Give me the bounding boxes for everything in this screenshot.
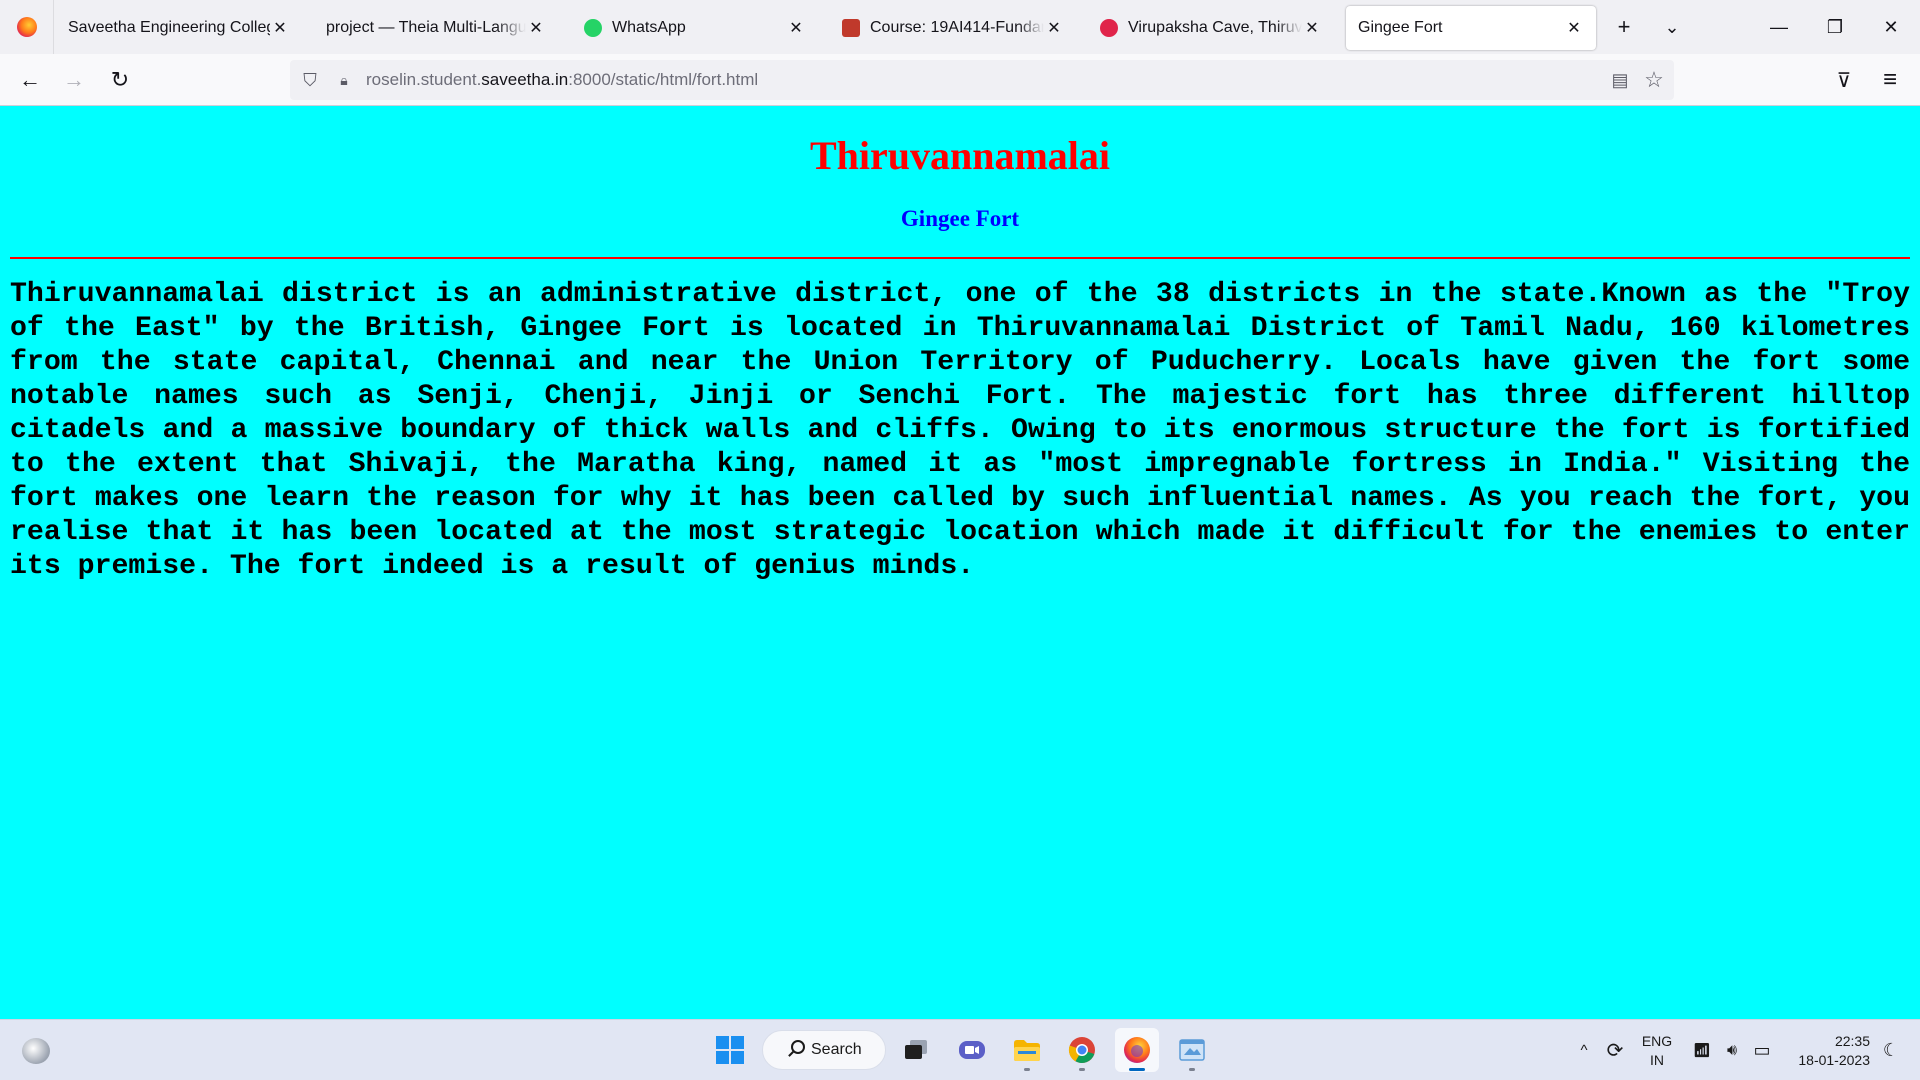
file-explorer-icon xyxy=(1014,1040,1040,1061)
web-page-content: Thiruvannamalai Gingee Fort Thiruvannama… xyxy=(0,106,1920,1019)
notifications-icon[interactable]: ☾ xyxy=(1876,1020,1906,1080)
wifi-icon[interactable]: 📶︎ xyxy=(1690,1020,1714,1080)
task-view-button[interactable] xyxy=(894,1028,938,1072)
tab-title: Virupaksha Cave, Thiruvannamalai xyxy=(1128,19,1302,36)
snipping-tool-icon xyxy=(1179,1039,1205,1061)
sync-icon[interactable]: ⟳ xyxy=(1600,1020,1630,1080)
tab-title: WhatsApp xyxy=(612,19,686,36)
active-indicator xyxy=(1129,1068,1145,1071)
taskbar-search-box[interactable]: Search xyxy=(762,1030,886,1070)
search-label: Search xyxy=(811,1041,862,1058)
tab-theia-project[interactable]: project — Theia Multi-Language ✕ xyxy=(314,6,558,50)
url-host: saveetha.in xyxy=(481,70,569,89)
tab-course[interactable]: Course: 19AI414-Fundamentals ✕ xyxy=(830,6,1076,50)
clock-time: 22:35 xyxy=(1834,1033,1870,1049)
reader-view-icon[interactable]: ▤ xyxy=(1608,68,1632,92)
tab-title: Gingee Fort xyxy=(1358,19,1443,36)
page-subtitle: Gingee Fort xyxy=(900,206,1020,231)
url-path: :8000/static/html/fort.html xyxy=(568,70,759,89)
forward-button[interactable]: → xyxy=(56,62,92,98)
region-code: IN xyxy=(1650,1052,1664,1068)
windows-start-button[interactable] xyxy=(708,1028,752,1072)
windows-taskbar: Search ^ ⟳ ENG IN 📶︎ 🔊︎ ▭ 22:35 18-01-20… xyxy=(0,1019,1920,1080)
close-icon[interactable]: ✕ xyxy=(526,18,546,38)
search-icon xyxy=(791,1040,805,1054)
tab-title: Course: 19AI414-Fundamentals xyxy=(870,19,1044,36)
tab-whatsapp[interactable]: WhatsApp ✕ xyxy=(572,6,818,50)
volume-icon[interactable]: 🔊︎ xyxy=(1720,1020,1744,1080)
running-indicator xyxy=(1024,1068,1030,1071)
window-close-button[interactable]: ✕ xyxy=(1864,0,1918,54)
weather-widget-icon[interactable] xyxy=(22,1038,50,1064)
lips-icon xyxy=(1100,19,1118,37)
running-indicator xyxy=(1079,1068,1085,1071)
tab-title: project — Theia Multi-Language xyxy=(326,19,526,36)
url-bar[interactable]: ⛉ 🔒︎ roselin.student.saveetha.in:8000/st… xyxy=(290,60,1674,100)
firefox-icon xyxy=(16,17,37,37)
show-hidden-icons-chevron[interactable]: ^ xyxy=(1572,1020,1596,1080)
clock-date: 18-01-2023 xyxy=(1798,1052,1870,1068)
bookmark-star-icon[interactable]: ☆ xyxy=(1642,67,1666,92)
task-view-icon xyxy=(905,1040,927,1059)
pocket-icon[interactable]: ⊽ xyxy=(1826,62,1862,98)
snipping-tool-button[interactable] xyxy=(1170,1028,1214,1072)
tab-saveetha[interactable]: Saveetha Engineering College ✕ xyxy=(56,6,302,50)
tracking-protection-shield-icon[interactable]: ⛉ xyxy=(298,68,322,92)
windows-start-icon xyxy=(716,1036,744,1064)
firefox-icon xyxy=(1124,1037,1150,1063)
close-icon[interactable]: ✕ xyxy=(1044,18,1064,38)
close-icon[interactable]: ✕ xyxy=(270,18,290,38)
battery-icon[interactable]: ▭ xyxy=(1750,1020,1774,1080)
restore-button[interactable]: ❐ xyxy=(1808,0,1862,54)
teams-chat-icon xyxy=(959,1041,985,1059)
url-text[interactable]: roselin.student.saveetha.in:8000/static/… xyxy=(366,70,758,90)
list-all-tabs-button[interactable]: ⌄ xyxy=(1655,10,1689,44)
chrome-button[interactable] xyxy=(1060,1028,1104,1072)
close-icon[interactable]: ✕ xyxy=(786,18,806,38)
tab-gingee-fort[interactable]: Gingee Fort ✕ xyxy=(1346,6,1596,50)
new-tab-button[interactable]: + xyxy=(1607,10,1641,44)
url-prefix: roselin.student. xyxy=(366,70,482,89)
firefox-taskbar-button[interactable] xyxy=(1115,1028,1159,1072)
teams-chat-button[interactable] xyxy=(950,1028,994,1072)
back-button[interactable]: ← xyxy=(12,62,48,98)
horizontal-rule xyxy=(10,257,1910,259)
insecure-lock-icon[interactable]: 🔒︎ xyxy=(332,68,356,92)
chrome-icon xyxy=(1068,1037,1095,1064)
moodle-icon xyxy=(842,19,860,37)
tab-title: Saveetha Engineering College xyxy=(68,19,270,36)
whatsapp-icon xyxy=(584,19,602,37)
running-indicator xyxy=(1189,1068,1195,1071)
system-clock[interactable]: 22:35 18-01-2023 xyxy=(1790,1032,1870,1070)
reload-button[interactable]: ↻ xyxy=(102,62,138,98)
page-paragraph: Thiruvannamalai district is an administr… xyxy=(10,279,1910,582)
firefox-view-button[interactable] xyxy=(0,0,54,54)
close-icon[interactable]: ✕ xyxy=(1302,18,1322,38)
input-language-indicator[interactable]: ENG IN xyxy=(1640,1032,1674,1070)
tab-strip: Saveetha Engineering College ✕ project —… xyxy=(0,0,1920,54)
hamburger-menu-icon[interactable]: ≡ xyxy=(1872,62,1908,98)
file-explorer-button[interactable] xyxy=(1005,1028,1049,1072)
minimize-button[interactable]: — xyxy=(1752,0,1806,54)
navigation-toolbar: ← → ↻ ⛉ 🔒︎ roselin.student.saveetha.in:8… xyxy=(0,54,1920,106)
tab-virupaksha-cave[interactable]: Virupaksha Cave, Thiruvannamalai ✕ xyxy=(1088,6,1334,50)
language-code: ENG xyxy=(1641,1033,1673,1049)
page-title: Thiruvannamalai xyxy=(809,133,1111,178)
close-icon[interactable]: ✕ xyxy=(1564,18,1584,38)
